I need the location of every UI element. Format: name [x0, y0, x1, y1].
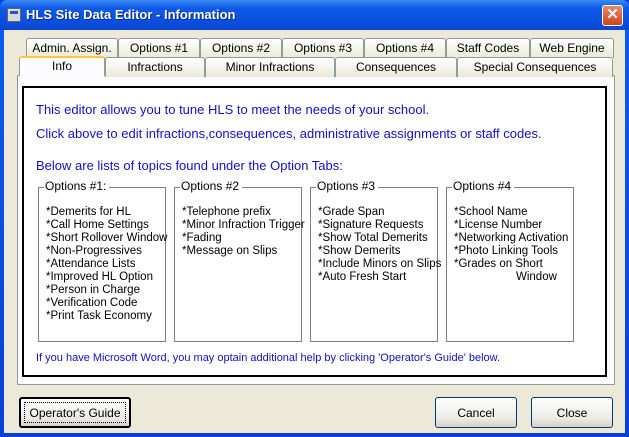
tab-admin-assign[interactable]: Admin. Assign.: [26, 38, 118, 58]
options-4-group: Options #4 *School Name *License Number …: [446, 179, 574, 342]
options-3-list: *Grade Span *Signature Requests *Show To…: [318, 206, 441, 284]
options-1-group: Options #1: *Demerits for HL *Call Home …: [38, 179, 167, 342]
options-4-list: *School Name *License Number *Networking…: [454, 206, 568, 284]
intro-line-3: Below are lists of topics found under th…: [36, 158, 343, 173]
list-item: *Fading: [182, 232, 222, 244]
list-item: *Short Rollover Window: [46, 232, 168, 244]
list-item: *Signature Requests: [318, 219, 424, 231]
options-4-group-title: Options #4: [452, 179, 515, 193]
tab-consequences[interactable]: Consequences: [335, 57, 457, 77]
dialog-client-area: Admin. Assign. Options #1 Options #2 Opt…: [4, 30, 625, 433]
options-3-group: Options #3 *Grade Span *Signature Reques…: [310, 179, 441, 342]
options-2-group-title: Options #2: [180, 179, 243, 193]
title-bar[interactable]: HLS Site Data Editor - Information ✕: [0, 0, 629, 30]
info-content-box: This editor allows you to tune HLS to me…: [22, 86, 607, 377]
list-item: *Networking Activation: [454, 232, 569, 244]
list-item: *Non-Progressives: [46, 245, 142, 257]
window-close-button[interactable]: ✕: [602, 5, 623, 26]
list-item: *Demerits for HL: [46, 206, 131, 218]
list-item: *Telephone prefix: [182, 206, 271, 218]
list-item: *Minor Infraction Trigger: [182, 219, 305, 231]
window-title: HLS Site Data Editor - Information: [26, 7, 236, 22]
operators-guide-button[interactable]: Operator's Guide: [19, 397, 131, 428]
tab-infractions[interactable]: Infractions: [105, 57, 205, 77]
list-item: *Grade Span: [318, 206, 385, 218]
list-item: *Include Minors on Slips: [318, 258, 442, 270]
tab-options-2[interactable]: Options #2: [200, 38, 282, 58]
options-1-group-title: Options #1:: [44, 179, 110, 193]
list-item: *Message on Slips: [182, 245, 278, 257]
tab-options-3[interactable]: Options #3: [282, 38, 364, 58]
options-3-group-title: Options #3: [316, 179, 379, 193]
app-icon: [7, 8, 21, 22]
list-item: Window: [516, 271, 557, 283]
tab-staff-codes[interactable]: Staff Codes: [446, 38, 530, 58]
list-item: *Improved HL Option: [46, 271, 153, 283]
list-item: *Print Task Economy: [46, 310, 152, 322]
options-1-list: *Demerits for HL *Call Home Settings *Sh…: [46, 206, 167, 323]
tab-web-engine[interactable]: Web Engine: [530, 38, 614, 58]
intro-line-2: Click above to edit infractions,conseque…: [36, 126, 542, 141]
list-item: *Call Home Settings: [46, 219, 149, 231]
list-item: *School Name: [454, 206, 528, 218]
tab-minor-infractions[interactable]: Minor Infractions: [205, 57, 335, 77]
options-2-group: Options #2 *Telephone prefix *Minor Infr…: [174, 179, 305, 342]
list-item: *License Number: [454, 219, 543, 231]
tab-options-1[interactable]: Options #1: [118, 38, 200, 58]
list-item: *Grades on Short: [454, 258, 543, 270]
list-item: *Verification Code: [46, 297, 138, 309]
help-note: If you have Microsoft Word, you may opta…: [36, 352, 501, 364]
list-item: *Show Demerits: [318, 245, 401, 257]
list-item: *Auto Fresh Start: [318, 271, 407, 283]
list-item: *Person in Charge: [46, 284, 140, 296]
tab-special-consequences[interactable]: Special Consequences: [457, 57, 613, 77]
list-item: *Show Total Demerits: [318, 232, 428, 244]
tab-options-4[interactable]: Options #4: [364, 38, 446, 58]
list-item: *Photo Linking Tools: [454, 245, 558, 257]
close-button[interactable]: Close: [531, 397, 613, 428]
options-2-list: *Telephone prefix *Minor Infraction Trig…: [182, 206, 305, 258]
tab-info[interactable]: Info: [19, 56, 105, 76]
list-item: *Attendance Lists: [46, 258, 136, 270]
cancel-button[interactable]: Cancel: [435, 397, 517, 428]
intro-line-1: This editor allows you to tune HLS to me…: [36, 102, 430, 117]
dialog-window: HLS Site Data Editor - Information ✕ Adm…: [0, 0, 629, 437]
